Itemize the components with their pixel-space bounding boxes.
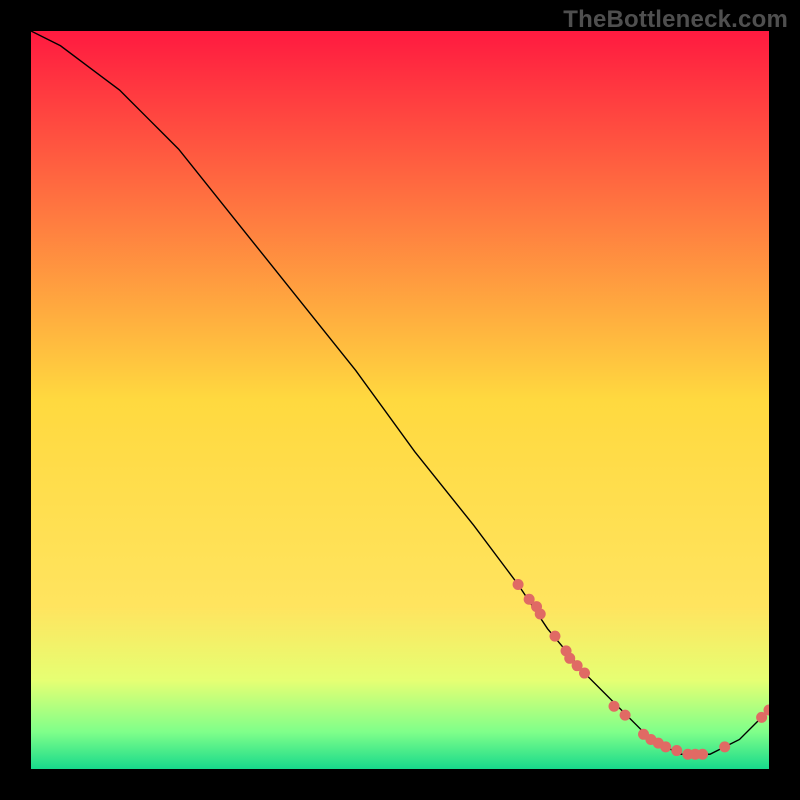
data-marker: [549, 631, 560, 642]
data-marker: [671, 745, 682, 756]
data-marker: [697, 749, 708, 760]
chart-background: [31, 31, 769, 769]
watermark-label: TheBottleneck.com: [563, 6, 788, 34]
data-marker: [535, 609, 546, 620]
chart-svg: [31, 31, 769, 769]
chart-plot-area: [31, 31, 769, 769]
data-marker: [660, 741, 671, 752]
data-marker: [609, 701, 620, 712]
data-marker: [620, 710, 631, 721]
data-marker: [719, 741, 730, 752]
data-marker: [513, 579, 524, 590]
data-marker: [579, 668, 590, 679]
